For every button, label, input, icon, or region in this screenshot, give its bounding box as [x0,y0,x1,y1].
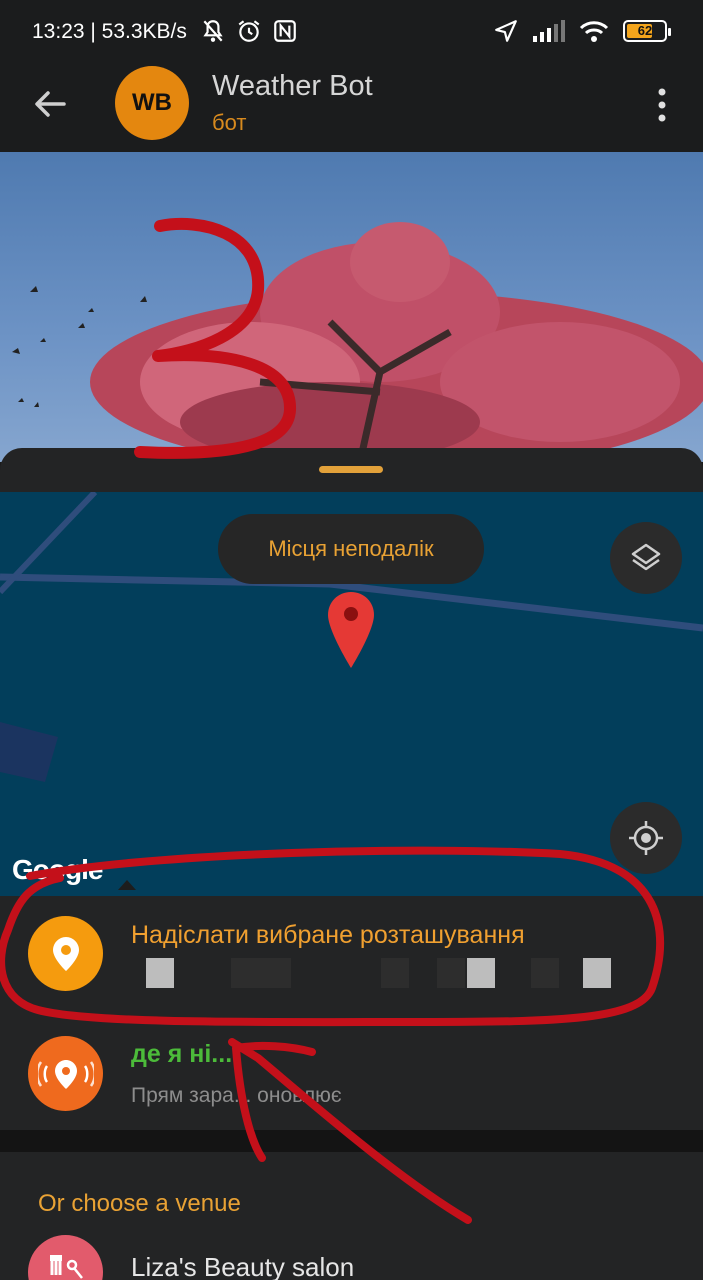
pointer-caret [118,880,136,890]
live-location-icon [37,1059,94,1089]
more-options-icon[interactable] [657,88,667,122]
map-layers-button[interactable] [610,522,682,594]
venue-name: Liza's Beauty salon [131,1252,355,1280]
send-selected-location-row[interactable]: Надіслати вибране розташування [0,896,703,1006]
alarm-icon [238,20,260,42]
avatar[interactable]: WB [115,66,189,140]
back-arrow-icon[interactable] [30,84,70,124]
my-location-button[interactable] [610,802,682,874]
location-icon-badge [28,916,103,991]
live-location-label: де я ні... [131,1040,233,1068]
coordinates-redacted [131,958,631,988]
scissors-icon [28,1235,103,1280]
battery-icon: 62 [623,20,671,42]
share-live-location-row[interactable]: де я ні... Прям зара... оновлює [0,1016,703,1126]
crosshair-icon [629,821,663,855]
chat-title[interactable]: Weather Bot [212,70,373,103]
chat-subtitle: бот [212,110,247,135]
venue-section-header: Or choose a venue [38,1190,241,1217]
location-picker-sheet: Місця неподалік Google Надіслати вибране… [0,448,703,1280]
wifi-icon [579,21,609,42]
mute-icon [203,20,223,42]
live-location-subtitle: Прям зара... оновлює [131,1084,342,1107]
autumn-tree-image [12,222,703,462]
nfc-icon [274,20,296,42]
status-bar: 13:23 | 53.3KB/s 62 [0,0,703,64]
chat-header: WB Weather Bot бот [0,64,703,152]
live-location-icon-badge [28,1036,103,1111]
chat-wallpaper [0,152,703,462]
status-time-speed: 13:23 | 53.3KB/s [32,20,187,43]
map-pin-icon [328,592,374,668]
send-selected-location-label: Надіслати вибране розташування [131,921,525,949]
venue-category-icon [50,1255,83,1279]
layers-icon [631,543,661,571]
sheet-drag-handle[interactable] [319,466,383,473]
location-arrow-icon [495,20,517,42]
signal-icon [533,20,565,42]
location-pin-icon [52,936,79,971]
section-divider [0,1130,703,1152]
nearby-places-button[interactable]: Місця неподалік [218,514,484,584]
google-logo: Google [12,854,103,885]
battery-level: 62 [637,23,653,38]
map-view[interactable]: Місця неподалік Google [0,492,703,896]
